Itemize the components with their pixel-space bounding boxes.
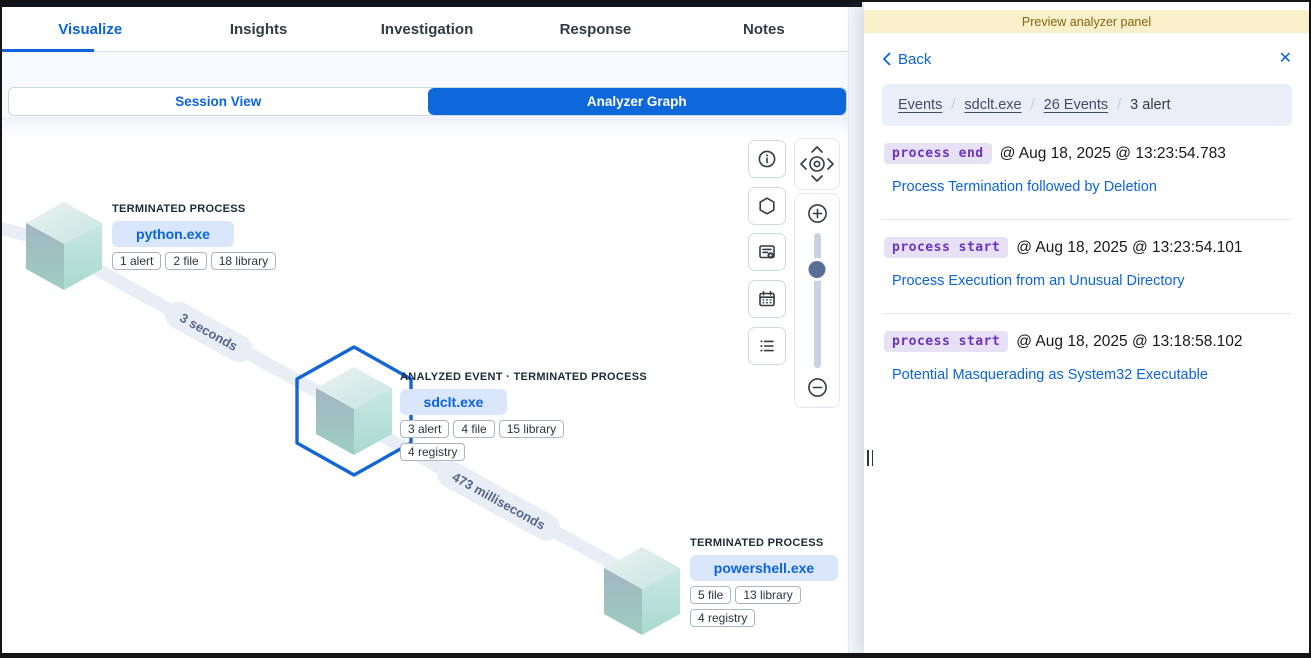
event-list-item: process end @ Aug 18, 2025 @ 13:23:54.78…: [882, 126, 1292, 220]
window-top-border: [2, 2, 862, 7]
node-info-python: TERMINATED PROCESS python.exe 1 alert 2 …: [112, 203, 276, 270]
node-kind-label: ANALYZED EVENT · TERMINATED PROCESS: [400, 371, 647, 383]
tab-response[interactable]: Response: [511, 7, 679, 51]
node-info-powershell: TERMINATED PROCESS powershell.exe 5 file…: [690, 537, 838, 627]
breadcrumb-event-count-link[interactable]: 26 Events: [1044, 97, 1109, 113]
node-count-badge[interactable]: 4 registry: [400, 443, 465, 461]
event-type-badge: process start: [884, 237, 1008, 258]
panel-gutter: [848, 2, 864, 655]
zoom-out-button[interactable]: [807, 377, 828, 398]
back-button[interactable]: Back: [882, 51, 931, 68]
alert-rule-link[interactable]: Potential Masquerading as System32 Execu…: [892, 367, 1292, 383]
event-type-badge: process start: [884, 331, 1008, 352]
tab-notes[interactable]: Notes: [680, 7, 848, 51]
node-name-button[interactable]: powershell.exe: [690, 555, 838, 581]
pan-controls[interactable]: [794, 138, 840, 190]
node-count-badge[interactable]: 1 alert: [112, 252, 161, 270]
node-count-badge[interactable]: 5 file: [690, 586, 731, 604]
breadcrumb-alert-count: 3 alert: [1130, 97, 1170, 113]
date-picker-button[interactable]: [748, 280, 786, 318]
view-toggle-group: Session View Analyzer Graph: [8, 87, 847, 116]
zoom-slider-thumb[interactable]: [809, 261, 826, 278]
tab-visualize[interactable]: Visualize: [6, 7, 174, 51]
event-list-item: process start @ Aug 18, 2025 @ 13:18:58.…: [882, 314, 1292, 407]
alert-rule-link[interactable]: Process Termination followed by Deletion: [892, 179, 1292, 195]
alert-rule-link[interactable]: Process Execution from an Unusual Direct…: [892, 273, 1292, 289]
tab-investigation[interactable]: Investigation: [343, 7, 511, 51]
tab-insights[interactable]: Insights: [174, 7, 342, 51]
process-cube-sdclt[interactable]: [312, 365, 396, 459]
node-count-badge[interactable]: 4 registry: [690, 609, 755, 627]
node-name-button[interactable]: sdclt.exe: [400, 389, 507, 415]
node-count-badge[interactable]: 2 file: [165, 252, 206, 270]
analyzer-graph-canvas[interactable]: 3 seconds 473 milliseconds TERMINATED PR: [2, 117, 848, 655]
chevron-left-icon: [882, 52, 891, 66]
hexagon-legend-icon: [757, 196, 777, 216]
panel-banner: Preview analyzer panel: [864, 10, 1309, 33]
node-kind-label: TERMINATED PROCESS: [690, 537, 838, 549]
zoom-in-button[interactable]: [807, 203, 828, 224]
edge-duration-label: 473 milliseconds: [433, 456, 565, 546]
node-count-badge[interactable]: 3 alert: [400, 420, 449, 438]
info-button[interactable]: [748, 140, 786, 178]
detail-tabs: Visualize Insights Investigation Respons…: [2, 7, 848, 52]
pan-down-icon: [812, 176, 822, 181]
zoom-slider[interactable]: [814, 233, 821, 368]
node-count-badge[interactable]: 18 library: [211, 252, 276, 270]
panel-resize-handle[interactable]: [865, 450, 875, 466]
pan-left-icon: [801, 159, 806, 169]
breadcrumb-separator: /: [942, 97, 964, 113]
node-name-button[interactable]: python.exe: [112, 221, 234, 247]
pan-right-icon: [828, 159, 833, 169]
events-list-button[interactable]: [748, 327, 786, 365]
event-type-badge: process end: [884, 143, 992, 164]
center-camera-icon: [810, 157, 824, 171]
node-count-badge[interactable]: 4 file: [453, 420, 494, 438]
back-label: Back: [898, 51, 931, 68]
event-timestamp: @ Aug 18, 2025 @ 13:23:54.101: [1016, 239, 1242, 257]
process-cube-powershell[interactable]: [600, 545, 684, 639]
info-icon: [757, 149, 777, 169]
nodes-legend-button[interactable]: [748, 187, 786, 225]
analyzer-screen: Visualize Insights Investigation Respons…: [0, 0, 1311, 658]
node-settings-button[interactable]: [748, 233, 786, 271]
edge-duration-label: 3 seconds: [161, 297, 258, 367]
breadcrumb: Events / sdclt.exe / 26 Events / 3 alert: [882, 84, 1292, 126]
breadcrumb-separator: /: [1108, 97, 1130, 113]
session-view-button[interactable]: Session View: [9, 88, 428, 115]
zoom-controls: [794, 193, 840, 408]
preview-analyzer-panel: Preview analyzer panel Back ✕ Events / s…: [864, 2, 1309, 655]
analyzer-graph-button[interactable]: Analyzer Graph: [428, 88, 847, 115]
close-icon[interactable]: ✕: [1279, 51, 1292, 67]
process-cube-python[interactable]: [22, 200, 106, 294]
node-count-badge[interactable]: 13 library: [735, 586, 800, 604]
event-list-item: process start @ Aug 18, 2025 @ 13:23:54.…: [882, 220, 1292, 314]
pan-up-icon: [812, 147, 822, 152]
list-icon: [757, 336, 777, 356]
event-timestamp: @ Aug 18, 2025 @ 13:23:54.783: [1000, 145, 1226, 163]
breadcrumb-separator: /: [1022, 97, 1044, 113]
calendar-icon: [757, 289, 777, 309]
node-settings-icon: [757, 242, 777, 262]
breadcrumb-events-link[interactable]: Events: [898, 97, 942, 113]
node-count-badge[interactable]: 15 library: [499, 420, 564, 438]
node-info-sdclt: ANALYZED EVENT · TERMINATED PROCESS sdcl…: [400, 371, 647, 461]
breadcrumb-process-link[interactable]: sdclt.exe: [964, 97, 1021, 113]
event-timestamp: @ Aug 18, 2025 @ 13:18:58.102: [1016, 333, 1242, 351]
node-kind-label: TERMINATED PROCESS: [112, 203, 276, 215]
